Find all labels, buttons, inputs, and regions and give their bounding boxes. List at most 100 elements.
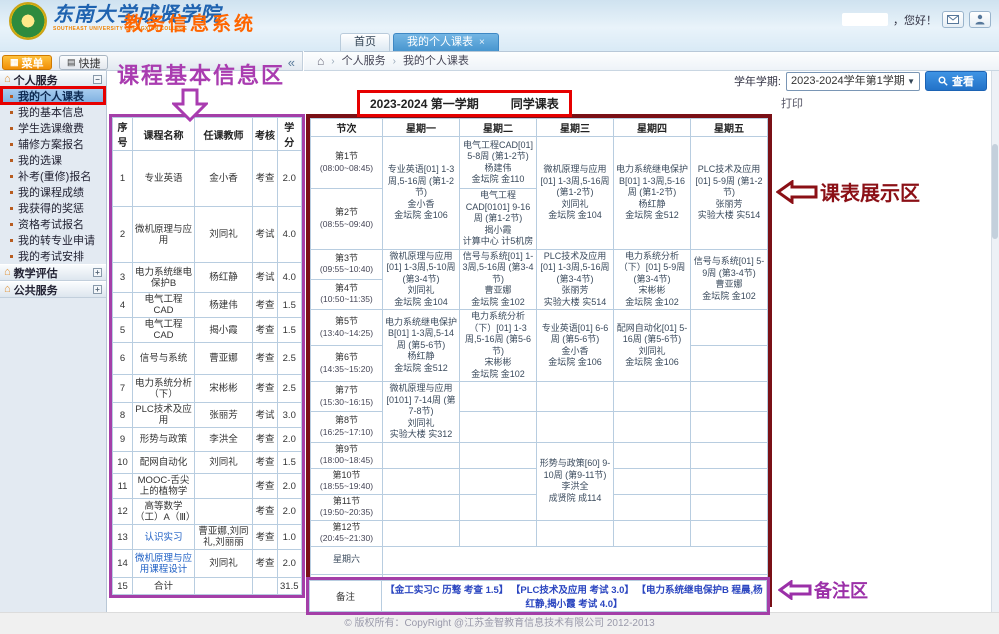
sidebar-group[interactable]: ⌂公共服务+ bbox=[0, 281, 106, 298]
schedule-cell: PLC技术及应用[01] 1-3周,5-16周 (第3-4节)张丽芳实验大楼 实… bbox=[537, 249, 614, 310]
table-row: 13认识实习曹亚娜,刘同礼,刘丽丽考查1.0 bbox=[113, 525, 302, 550]
period-name: 第6节 bbox=[313, 352, 380, 364]
collapse-sidebar-icon[interactable]: « bbox=[288, 55, 295, 70]
sidebar-item[interactable]: 我获得的奖惩 bbox=[0, 200, 106, 216]
sidebar-item[interactable]: 资格考试报名 bbox=[0, 216, 106, 232]
period-cell: 第3节(09:55~10:40) bbox=[311, 249, 383, 279]
course-assess: 考查 bbox=[253, 293, 278, 318]
table-row: 11MOOC-舌尖上的植物学考查2.0 bbox=[113, 474, 302, 499]
user-area: ，您好！ bbox=[842, 11, 991, 28]
schedule-cell: 信号与系统[01] 1-3周,5-16周 (第3-4节)曹亚娜金坛院 金102 bbox=[460, 249, 537, 310]
breadcrumb-item-1[interactable]: 个人服务 bbox=[342, 52, 386, 71]
period-time: (18:55~19:40) bbox=[313, 481, 380, 493]
sidebar-item[interactable]: 我的考试安排 bbox=[0, 248, 106, 264]
schedule-cell: 配网自动化[01] 5-16周 (第5-6节)刘同礼金坛院 金106 bbox=[614, 310, 691, 382]
scrollbar-thumb[interactable] bbox=[992, 144, 998, 239]
course-no: 1 bbox=[113, 151, 133, 207]
close-icon[interactable]: × bbox=[479, 38, 485, 48]
grid-icon: ▦ bbox=[10, 58, 19, 67]
sidebar-item[interactable]: 补考(重修)报名 bbox=[0, 168, 106, 184]
schedule-row: 第5节(13:40~14:25)电力系统继电保护B[01] 1-3周,5-14周… bbox=[311, 310, 768, 346]
period-time: (16:25~17:10) bbox=[313, 427, 380, 439]
course-name: 专业英语 bbox=[133, 151, 195, 207]
schedule-cell-empty bbox=[691, 346, 768, 382]
course-credit: 2.5 bbox=[278, 375, 302, 403]
course-credit: 2.0 bbox=[278, 428, 302, 452]
course-credit: 3.0 bbox=[278, 403, 302, 428]
menu-button[interactable]: ▦ 菜单 bbox=[2, 55, 52, 70]
period-name: 第9节 bbox=[313, 444, 380, 456]
course-table-header: 考核 bbox=[253, 118, 278, 151]
course-name-link[interactable]: 认识实习 bbox=[144, 532, 182, 543]
course-assess: 考查 bbox=[253, 550, 278, 578]
home-icon[interactable]: ⌂ bbox=[317, 52, 324, 71]
table-row: 14微机原理与应用课程设计刘同礼考查2.0 bbox=[113, 550, 302, 578]
course-teacher: 曹亚娜,刘同礼,刘丽丽 bbox=[195, 525, 253, 550]
sidebar-group[interactable]: ⌂教学评估+ bbox=[0, 264, 106, 281]
period-time: (20:45~21:30) bbox=[313, 533, 380, 545]
breadcrumb: ⌂ › 个人服务 › 我的个人课表 bbox=[304, 51, 999, 71]
sidebar-item[interactable]: 我的课程成绩 bbox=[0, 184, 106, 200]
sidebar-item[interactable]: 辅修方案报名 bbox=[0, 136, 106, 152]
tab-home[interactable]: 首页 bbox=[340, 33, 390, 51]
course-name: PLC技术及应用 bbox=[133, 403, 195, 428]
schedule-header: 星期四 bbox=[614, 119, 691, 137]
expand-toggle-icon[interactable]: + bbox=[93, 285, 102, 294]
annotation-arrow-left-icon bbox=[776, 180, 818, 204]
schedule-cell-empty bbox=[614, 494, 691, 520]
person-icon[interactable] bbox=[969, 11, 991, 28]
expand-toggle-icon[interactable]: + bbox=[93, 268, 102, 277]
expand-toggle-icon[interactable]: − bbox=[93, 75, 102, 84]
schedule-cell-empty bbox=[614, 442, 691, 468]
mail-icon[interactable] bbox=[942, 11, 964, 28]
tab-my-timetable[interactable]: 我的个人课表 × bbox=[393, 33, 499, 51]
bullet-icon bbox=[10, 207, 13, 210]
course-name-link[interactable]: 微机原理与应用课程设计 bbox=[135, 553, 192, 575]
breadcrumb-item-2[interactable]: 我的个人课表 bbox=[403, 52, 469, 71]
semester-select-value: 2023-2024学年第1学期 bbox=[791, 73, 905, 90]
sidebar-item[interactable]: 我的选课 bbox=[0, 152, 106, 168]
period-cell: 第5节(13:40~14:25) bbox=[311, 310, 383, 346]
course-name: 电力系统分析（下） bbox=[133, 375, 195, 403]
remarks-box: 备注 【金工实习C 历骜 考查 1.5】 【PLC技术及应用 考试 3.0】 【… bbox=[306, 577, 770, 615]
semester-select[interactable]: 2023-2024学年第1学期 ▼ bbox=[786, 72, 920, 91]
semester-filter: 学年学期: 2023-2024学年第1学期 ▼ 查看 bbox=[734, 71, 987, 91]
remarks-table: 备注 【金工实习C 历骜 考查 1.5】 【PLC技术及应用 考试 3.0】 【… bbox=[309, 580, 767, 612]
course-credit: 31.5 bbox=[278, 578, 302, 595]
period-time: (13:40~14:25) bbox=[313, 328, 380, 340]
schedule-cell: 电气工程CAD[01] 5-8周 (第1-2节)杨建伟金坛院 金110 bbox=[460, 137, 537, 189]
app-header: 东南大学成贤学院 SOUTHEAST UNIVERSITY CHENGXIAN … bbox=[0, 0, 999, 51]
schedule-cell-empty bbox=[691, 310, 768, 346]
schedule-row: 第3节(09:55~10:40)微机原理与应用[01] 1-3周,5-10周 (… bbox=[311, 249, 768, 279]
scrollbar[interactable] bbox=[991, 71, 999, 612]
course-credit: 4.0 bbox=[278, 207, 302, 263]
house-icon: ⌂ bbox=[4, 267, 11, 278]
sidebar-item[interactable]: 学生选课缴费 bbox=[0, 120, 106, 136]
schedule-cell: PLC技术及应用[01] 5-9周 (第1-2节)张丽芳实验大楼 实514 bbox=[691, 137, 768, 250]
annotation-course-info: 课程基本信息区 bbox=[117, 58, 285, 90]
period-time: (08:00~08:45) bbox=[313, 163, 380, 175]
period-name: 第4节 bbox=[313, 283, 380, 295]
system-title: 教务信息系统 bbox=[124, 9, 256, 36]
print-link[interactable]: 打印 bbox=[781, 95, 803, 111]
sidebar-item-label: 辅修方案报名 bbox=[18, 136, 84, 152]
sidebar-item[interactable]: 我的基本信息 bbox=[0, 104, 106, 120]
schedule-cell-empty bbox=[691, 468, 768, 494]
bullet-icon bbox=[10, 223, 13, 226]
view-button[interactable]: 查看 bbox=[925, 71, 987, 91]
quick-button[interactable]: ▤ 快捷 bbox=[59, 55, 109, 70]
schedule-cell: 电力系统继电保护B[01] 1-3周,5-16周 (第1-2节)杨红静金坛院 金… bbox=[614, 137, 691, 250]
schedule-cell-empty bbox=[383, 520, 460, 546]
course-info-table-box: 序号课程名称任课教师考核学分 1专业英语金小香考查2.02微机原理与应用刘同礼考… bbox=[109, 114, 305, 598]
schedule-row: 第8节(16:25~17:10) bbox=[311, 412, 768, 442]
period-cell: 第6节(14:35~15:20) bbox=[311, 346, 383, 382]
schedule-header: 星期三 bbox=[537, 119, 614, 137]
schedule-row: 第1节(08:00~08:45)专业英语[01] 1-3周,5-16周 (第1-… bbox=[311, 137, 768, 189]
course-name: 微机原理与应用 bbox=[133, 207, 195, 263]
sidebar-item[interactable]: 我的转专业申请 bbox=[0, 232, 106, 248]
course-teacher: 刘同礼 bbox=[195, 452, 253, 474]
table-row: 12高等数学（工）A（Ⅲ）考查2.0 bbox=[113, 499, 302, 525]
period-name: 第2节 bbox=[313, 207, 380, 219]
table-row: 9形势与政策李洪全考查2.0 bbox=[113, 428, 302, 452]
course-credit: 4.0 bbox=[278, 263, 302, 293]
